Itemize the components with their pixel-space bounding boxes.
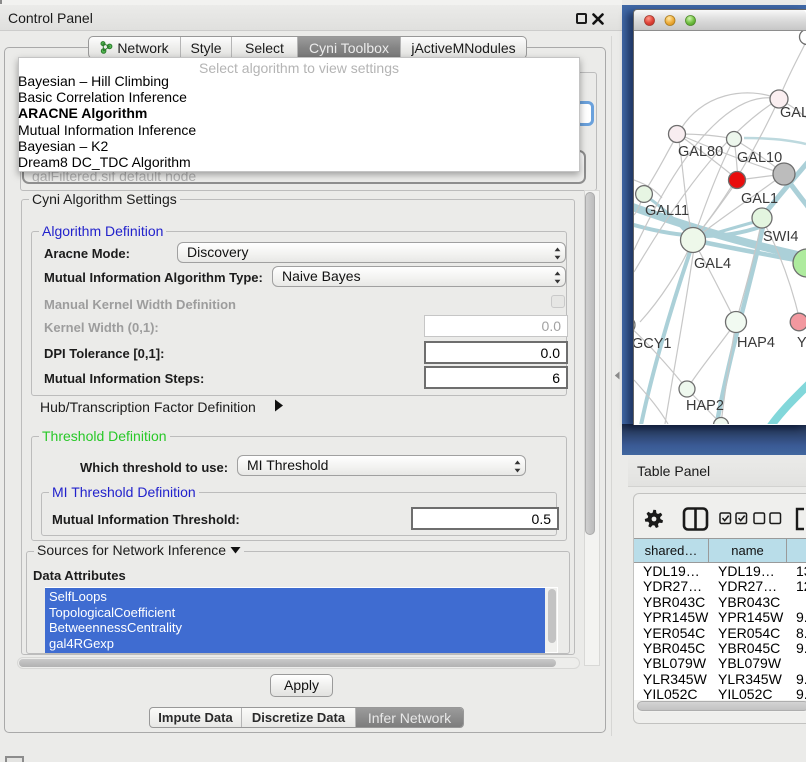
svg-text:GAL80: GAL80 [678,144,723,160]
svg-text:HAP2: HAP2 [686,398,724,414]
svg-text:GAL1: GAL1 [741,191,778,207]
svg-text:SWI4: SWI4 [763,229,798,245]
svg-text:GAL4: GAL4 [694,256,731,272]
svg-text:GAL7: GAL7 [780,105,806,121]
svg-text:Y: Y [797,335,806,351]
svg-text:GAL10: GAL10 [737,150,782,166]
svg-text:GCY1: GCY1 [634,336,672,352]
svg-text:HAP4: HAP4 [737,335,775,351]
svg-text:GAL11: GAL11 [645,203,689,219]
